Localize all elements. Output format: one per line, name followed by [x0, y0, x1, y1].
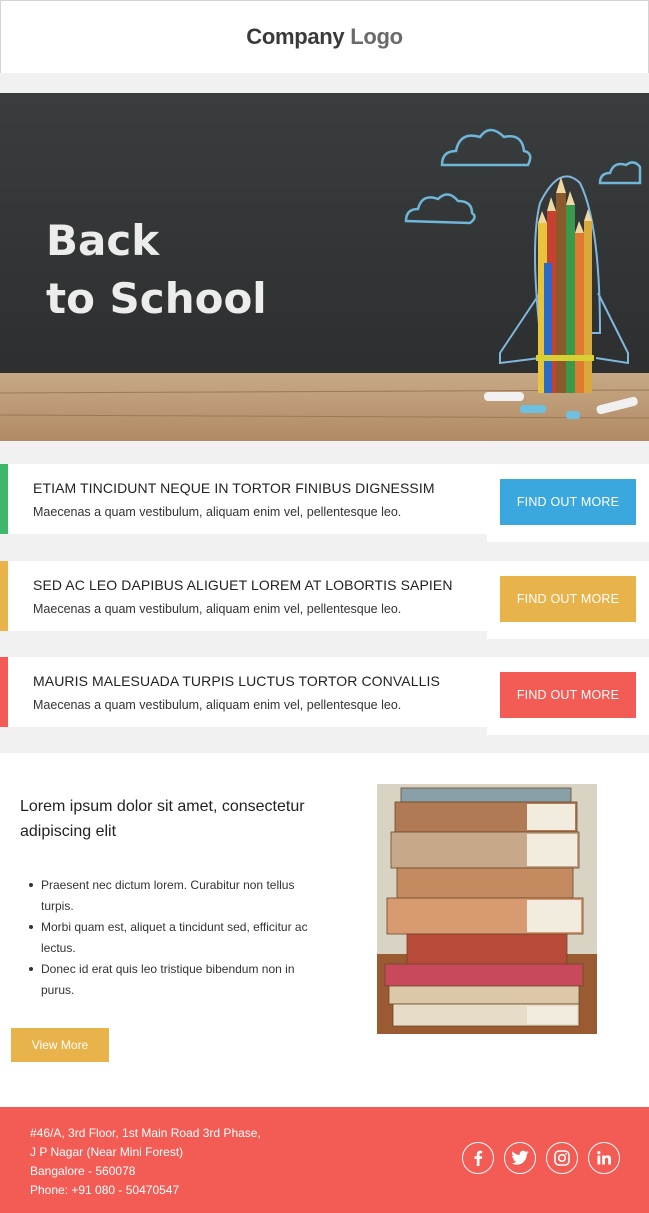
feature-description: Maecenas a quam vestibulum, aliquam enim…	[33, 602, 402, 616]
content-heading: Lorem ipsum dolor sit amet, consectetur …	[20, 798, 305, 840]
book-stack-image	[377, 784, 597, 1034]
feature-accent-bar	[0, 464, 8, 534]
footer-address: #46/A, 3rd Floor, 1st Main Road 3rd Phas…	[30, 1124, 261, 1200]
social-links	[462, 1142, 620, 1174]
hero-heading-line1: Back	[46, 216, 160, 265]
chalk-stick	[484, 392, 524, 401]
content-section: Lorem ipsum dolor sit amet, consectetur …	[0, 753, 649, 1107]
list-item: Donec id erat quis leo tristique bibendu…	[29, 959, 321, 1001]
linkedin-icon[interactable]	[588, 1142, 620, 1174]
feature-title: SED AC LEO DAPIBUS ALIGUET LOREM AT LOBO…	[33, 577, 453, 593]
feature-title: ETIAM TINCIDUNT NEQUE IN TORTOR FINIBUS …	[33, 480, 435, 496]
hero-heading-line2: to School	[46, 274, 267, 323]
feature-description: Maecenas a quam vestibulum, aliquam enim…	[33, 505, 402, 519]
view-more-button[interactable]: View More	[11, 1028, 109, 1062]
hero-banner: Back to School	[0, 93, 649, 441]
find-out-more-button[interactable]: FIND OUT MORE	[500, 576, 636, 622]
instagram-icon[interactable]	[546, 1142, 578, 1174]
list-item: Morbi quam est, aliquet a tincidunt sed,…	[29, 917, 321, 959]
list-item: Praesent nec dictum lorem. Curabitur non…	[29, 875, 321, 917]
twitter-icon[interactable]	[504, 1142, 536, 1174]
address-line: J P Nagar (Near Mini Forest)	[30, 1145, 184, 1159]
address-line: #46/A, 3rd Floor, 1st Main Road 3rd Phas…	[30, 1126, 261, 1140]
feature-description: Maecenas a quam vestibulum, aliquam enim…	[33, 698, 402, 712]
facebook-icon[interactable]	[462, 1142, 494, 1174]
phone-line: Phone: +91 080 - 50470547	[30, 1183, 180, 1197]
feature-accent-bar	[0, 657, 8, 727]
chalk-stick	[566, 411, 580, 419]
address-line: Bangalore - 560078	[30, 1164, 136, 1178]
hero-illustration: Back to School	[0, 93, 649, 441]
header: Company Logo	[0, 0, 649, 73]
find-out-more-button[interactable]: FIND OUT MORE	[500, 672, 636, 718]
feature-accent-bar	[0, 561, 8, 631]
find-out-more-button[interactable]: FIND OUT MORE	[500, 479, 636, 525]
footer: #46/A, 3rd Floor, 1st Main Road 3rd Phas…	[0, 1107, 649, 1213]
chalk-stick	[520, 405, 546, 413]
logo-text-logo: Logo	[350, 24, 403, 49]
company-logo[interactable]: Company Logo	[246, 24, 403, 50]
logo-text-company: Company	[246, 24, 345, 49]
bullet-list: Praesent nec dictum lorem. Curabitur non…	[29, 875, 321, 1001]
feature-title: MAURIS MALESUADA TURPIS LUCTUS TORTOR CO…	[33, 673, 440, 689]
